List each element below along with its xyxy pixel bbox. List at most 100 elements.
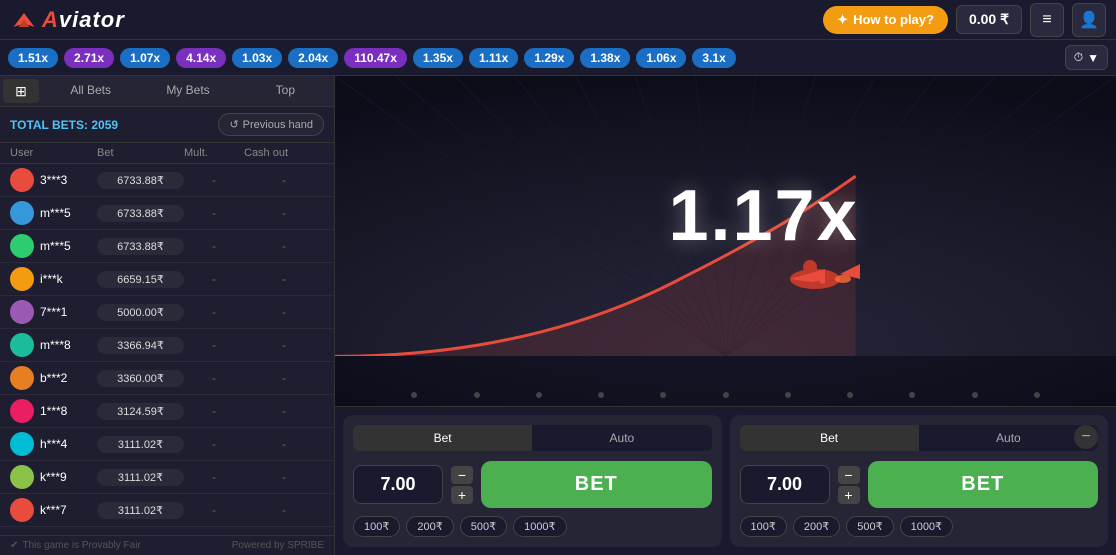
bet-amount: 3111.02₹ bbox=[97, 436, 184, 453]
avatar bbox=[10, 465, 34, 489]
quick-1000-btn-2[interactable]: 1000₹ bbox=[900, 516, 953, 537]
user-cell: h***4 bbox=[10, 432, 97, 456]
bet-panel-2-tab-auto[interactable]: Auto bbox=[919, 425, 1098, 451]
profile-button[interactable]: 👤 bbox=[1072, 3, 1106, 37]
menu-button[interactable]: ≡ bbox=[1030, 3, 1064, 37]
user-cell: 3***3 bbox=[10, 168, 97, 192]
mult-badge-5[interactable]: 2.04x bbox=[288, 48, 338, 68]
dot bbox=[785, 392, 791, 398]
cashout-cell: - bbox=[244, 206, 324, 220]
increment-button-1[interactable]: + bbox=[451, 486, 473, 504]
main-layout: ⊞ All Bets My Bets Top TOTAL BETS: 2059 … bbox=[0, 76, 1116, 555]
decrement-button-2[interactable]: − bbox=[838, 466, 860, 484]
cashout-cell: - bbox=[244, 338, 324, 352]
avatar bbox=[10, 432, 34, 456]
game-area: 1.17x Bet Auto bbox=[335, 76, 1116, 555]
mult-cell: - bbox=[184, 503, 244, 517]
mult-badge-6[interactable]: 110.47x bbox=[344, 48, 407, 68]
bet-amount: 6733.88₹ bbox=[97, 205, 184, 222]
decrement-button-1[interactable]: − bbox=[451, 466, 473, 484]
quick-100-btn-1[interactable]: 100₹ bbox=[353, 516, 400, 537]
table-row: m***8 3366.94₹ - - bbox=[0, 329, 334, 362]
quick-500-btn-1[interactable]: 500₹ bbox=[460, 516, 507, 537]
quick-1000-btn-1[interactable]: 1000₹ bbox=[513, 516, 566, 537]
quick-amounts-1: 100₹ 200₹ 500₹ 1000₹ bbox=[353, 516, 712, 537]
tab-icon-button[interactable]: ⊞ bbox=[3, 79, 39, 103]
footer-text: This game is Provably Fair bbox=[22, 540, 140, 551]
dot bbox=[1034, 392, 1040, 398]
bet-panel-1-tab-bet[interactable]: Bet bbox=[353, 425, 532, 451]
quick-500-btn-2[interactable]: 500₹ bbox=[846, 516, 893, 537]
user-cell: i***k bbox=[10, 267, 97, 291]
history-button[interactable]: ⏱ ▼ bbox=[1065, 45, 1108, 70]
bet-action-button-2[interactable]: BET bbox=[868, 461, 1099, 508]
previous-hand-button[interactable]: ↺ Previous hand bbox=[218, 113, 324, 136]
cashout-cell: - bbox=[244, 272, 324, 286]
cashout-cell: - bbox=[244, 239, 324, 253]
table-header: User Bet Mult. Cash out bbox=[0, 143, 334, 164]
mult-badge-1[interactable]: 2.71x bbox=[64, 48, 114, 68]
cashout-cell: - bbox=[244, 404, 324, 418]
avatar bbox=[10, 366, 34, 390]
tab-top[interactable]: Top bbox=[237, 76, 334, 106]
tab-all-bets[interactable]: All Bets bbox=[42, 76, 139, 106]
mult-badge-3[interactable]: 4.14x bbox=[176, 48, 226, 68]
mult-badge-8[interactable]: 1.11x bbox=[469, 48, 518, 68]
refresh-icon: ↺ bbox=[229, 118, 238, 131]
bet-amount: 3111.02₹ bbox=[97, 502, 184, 519]
cashout-cell: - bbox=[244, 503, 324, 517]
total-bets-count: 2059 bbox=[91, 118, 118, 132]
bet-amount: 3111.02₹ bbox=[97, 469, 184, 486]
remove-panel-button[interactable]: − bbox=[1074, 425, 1098, 449]
mult-badge-10[interactable]: 1.38x bbox=[580, 48, 630, 68]
quick-amounts-2: 100₹ 200₹ 500₹ 1000₹ bbox=[740, 516, 1099, 537]
col-user: User bbox=[10, 147, 97, 159]
bet-panel-2-tabs: Bet Auto bbox=[740, 425, 1099, 451]
bet-panel-2-tab-bet[interactable]: Bet bbox=[740, 425, 919, 451]
mult-badge-11[interactable]: 1.06x bbox=[636, 48, 686, 68]
bet-panel-1-tab-auto[interactable]: Auto bbox=[532, 425, 711, 451]
user-cell: k***7 bbox=[10, 498, 97, 522]
increment-button-2[interactable]: + bbox=[838, 486, 860, 504]
bet-amount-input-1[interactable] bbox=[353, 465, 443, 504]
user-cell: m***8 bbox=[10, 333, 97, 357]
mult-cell: - bbox=[184, 305, 244, 319]
mult-badge-7[interactable]: 1.35x bbox=[413, 48, 463, 68]
quick-100-btn-2[interactable]: 100₹ bbox=[740, 516, 787, 537]
profile-icon: 👤 bbox=[1079, 10, 1099, 30]
quick-200-btn-1[interactable]: 200₹ bbox=[406, 516, 453, 537]
tab-my-bets[interactable]: My Bets bbox=[139, 76, 236, 106]
mult-cell: - bbox=[184, 206, 244, 220]
mult-badge-4[interactable]: 1.03x bbox=[232, 48, 282, 68]
dot bbox=[474, 392, 480, 398]
mult-badge-9[interactable]: 1.29x bbox=[524, 48, 574, 68]
bet-amount: 6659.15₹ bbox=[97, 271, 184, 288]
balance-display: 0.00 ₹ bbox=[956, 5, 1022, 34]
bet-action-button-1[interactable]: BET bbox=[481, 461, 712, 508]
mult-cell: - bbox=[184, 239, 244, 253]
mult-cell: - bbox=[184, 404, 244, 418]
logo-plane-icon bbox=[10, 6, 38, 34]
bet-amount-input-2[interactable] bbox=[740, 465, 830, 504]
avatar bbox=[10, 234, 34, 258]
mult-badge-12[interactable]: 3.1x bbox=[692, 48, 735, 68]
header-right: ✦ How to play? 0.00 ₹ ≡ 👤 bbox=[823, 3, 1106, 37]
cashout-cell: - bbox=[244, 305, 324, 319]
cashout-cell: - bbox=[244, 470, 324, 484]
dot bbox=[723, 392, 729, 398]
avatar bbox=[10, 300, 34, 324]
betting-panels: Bet Auto − + BET 100₹ 200₹ 500₹ 1000₹ bbox=[335, 406, 1116, 555]
how-to-play-button[interactable]: ✦ How to play? bbox=[823, 6, 948, 34]
logo-text: Aviator bbox=[42, 7, 125, 33]
bet-input-row-1: − + BET bbox=[353, 461, 712, 508]
bet-input-row-2: − + BET bbox=[740, 461, 1099, 508]
table-row: m***5 6733.88₹ - - bbox=[0, 197, 334, 230]
mult-badge-0[interactable]: 1.51x bbox=[8, 48, 58, 68]
col-cashout: Cash out bbox=[244, 147, 324, 159]
mult-badge-2[interactable]: 1.07x bbox=[120, 48, 170, 68]
bet-amount: 3360.00₹ bbox=[97, 370, 184, 387]
col-mult: Mult. bbox=[184, 147, 244, 159]
quick-200-btn-2[interactable]: 200₹ bbox=[793, 516, 840, 537]
mult-cell: - bbox=[184, 272, 244, 286]
bet-amount: 6733.88₹ bbox=[97, 172, 184, 189]
